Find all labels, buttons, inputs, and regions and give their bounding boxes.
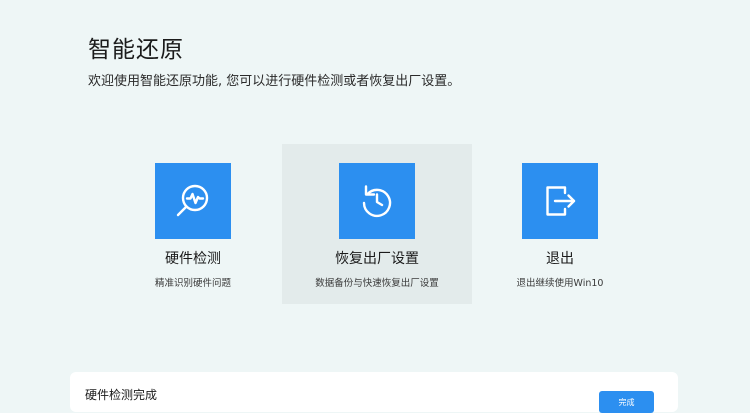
restore-icon <box>339 163 415 239</box>
hardware-diagnostic-icon <box>155 163 231 239</box>
status-panel: 硬件检测完成 完成 <box>70 372 678 413</box>
option-list: 硬件检测 精准识别硬件问题 恢复出厂设置 数据备份与快速恢复出厂设置 退出 退出… <box>0 0 750 400</box>
option-hardware-check[interactable]: 硬件检测 精准识别硬件问题 <box>98 144 288 304</box>
exit-icon <box>522 163 598 239</box>
done-button[interactable]: 完成 <box>599 391 654 413</box>
option-title: 退出 <box>546 251 574 267</box>
status-message: 硬件检测完成 <box>85 388 158 402</box>
option-title: 硬件检测 <box>165 251 221 267</box>
option-description: 数据备份与快速恢复出厂设置 <box>315 278 439 289</box>
option-description: 精准识别硬件问题 <box>154 278 231 289</box>
option-title: 恢复出厂设置 <box>335 251 419 267</box>
option-exit[interactable]: 退出 退出继续使用Win10 <box>465 144 655 304</box>
option-factory-reset[interactable]: 恢复出厂设置 数据备份与快速恢复出厂设置 <box>282 144 472 304</box>
option-description: 退出继续使用Win10 <box>516 278 604 289</box>
